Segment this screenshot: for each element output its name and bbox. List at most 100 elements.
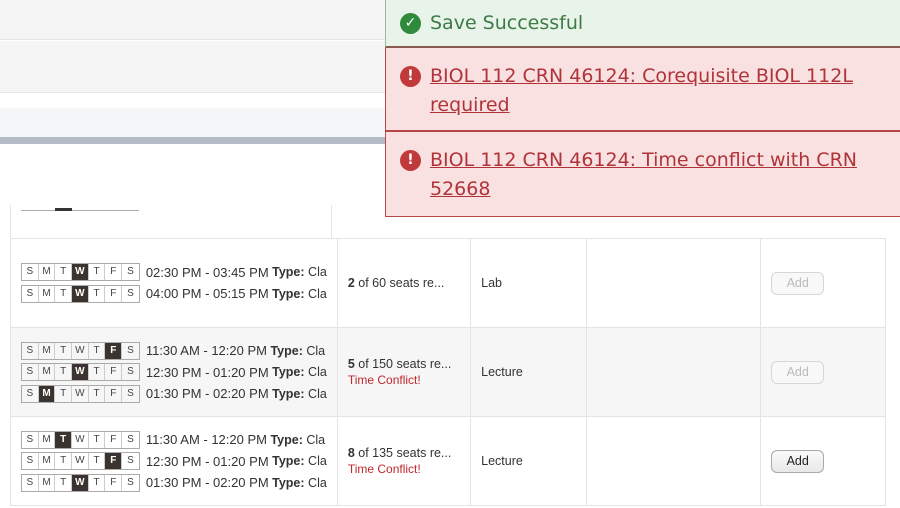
type-value: Cla (308, 386, 327, 401)
day-cell: W (72, 385, 89, 402)
day-cell: M (39, 453, 56, 469)
seats-text: of 135 seats re... (354, 446, 452, 460)
day-cell: F (105, 474, 123, 491)
exclamation-circle-icon: ! (400, 150, 421, 171)
meeting-time: S M T W T F S 01:30 PM - 02:20 PM Type: Cla (21, 383, 327, 405)
day-cell: M (38, 385, 56, 402)
empty-cell (585, 238, 762, 328)
day-cell: T (55, 364, 73, 380)
day-cell: S (127, 287, 134, 299)
day-cell: T (89, 364, 106, 380)
day-cell: T (89, 285, 106, 302)
day-cell: S (127, 366, 134, 377)
seats-text: of 60 seats re... (354, 276, 445, 290)
add-button[interactable]: Add (771, 271, 825, 295)
day-cell: S (127, 266, 134, 278)
seats-text: of 150 seats re... (354, 357, 452, 371)
type-value: Cla (308, 365, 327, 379)
success-text: Save Successful (430, 12, 584, 34)
notification-panel: ✓ Save Successful ! BIOL 112 CRN 46124: … (385, 0, 900, 217)
action-cell: Add (760, 416, 886, 506)
type-label: Type: (272, 286, 305, 301)
table-row: S M T W T F S 02:30 PM - 03:45 PM Type: Cla S M T W… (10, 238, 886, 328)
meeting-time: S M T W T F S 11:30 AM - 12:20 PM Type: Cla (21, 340, 327, 362)
day-cell: F (105, 364, 123, 380)
type-value: Cla (308, 454, 327, 468)
day-cell: S (127, 476, 134, 488)
error-message: ! BIOL 112 CRN 46124: Corequisite BIOL 1… (385, 48, 900, 132)
day-strip: SMTWTFS (21, 452, 140, 470)
day-cell: S (127, 433, 134, 445)
day-cell: T (55, 431, 73, 448)
exclamation-circle-icon: ! (400, 66, 421, 87)
day-cell: M (39, 264, 56, 281)
success-message: ✓ Save Successful (385, 0, 900, 48)
day-cell: T (55, 342, 73, 359)
day-strip: SMTWTFS (21, 384, 140, 403)
seats-count: 8 (347, 446, 355, 460)
day-cell: F (105, 264, 123, 281)
time-range: 01:30 PM - 02:20 PM (145, 475, 269, 490)
meeting-time: S M T W T F S 11:30 AM - 12:20 PM Type: Cla (21, 429, 327, 451)
day-cell: W (72, 285, 89, 302)
type-label: Type: (272, 265, 305, 280)
day-cell: T (89, 453, 106, 469)
add-button[interactable]: Add (771, 449, 825, 473)
schedule-type: Lecture (470, 327, 587, 417)
error-link[interactable]: BIOL 112 CRN 46124: Time conflict with C… (430, 146, 886, 216)
meeting-time: S M T W T F S 12:30 PM - 01:20 PM Type: Cla (21, 450, 327, 472)
day-cell: F (105, 431, 123, 448)
day-cell: S (127, 455, 134, 466)
day-cell: T (89, 264, 106, 281)
day-cell: W (72, 474, 89, 491)
day-cell: M (39, 342, 56, 359)
seats-count: 5 (347, 357, 355, 371)
time-conflict: Time Conflict! (347, 462, 421, 476)
sections-table: S M T W T F S 02:30 PM - 03:45 PM Type: Cla S M T W… (10, 238, 886, 506)
meeting-time: S M T W T F S 12:30 PM - 01:20 PM Type: Cla (21, 361, 327, 383)
schedule-type: Lab (470, 238, 587, 328)
day-cell: S (22, 364, 39, 380)
type-value: Cla (308, 475, 327, 490)
add-button[interactable]: Add (771, 360, 825, 384)
table-row: S M T W T F S 11:30 AM - 12:20 PM Type: Cla S M T W… (10, 416, 886, 506)
day-cell: T (89, 342, 106, 359)
type-label: Type: (272, 365, 305, 379)
day-strip: SMTWTFS (21, 473, 140, 492)
check-circle-icon: ✓ (400, 12, 421, 34)
day-cell: M (39, 364, 56, 380)
day-cell: W (72, 431, 89, 448)
day-cell: S (127, 387, 134, 399)
day-cell: W (72, 453, 89, 469)
day-cell: T (89, 385, 106, 402)
day-cell: F (105, 342, 123, 359)
time-range: 12:30 PM - 01:20 PM (145, 453, 269, 469)
day-cell: F (105, 385, 123, 402)
status-cell: 5 of 150 seats re... Time Conflict! (336, 327, 472, 417)
day-cell: W (72, 264, 89, 281)
type-value: Cla (306, 343, 326, 358)
empty-cell (585, 327, 762, 417)
meeting-cell: S M T W T F S 11:30 AM - 12:20 PM Type: Cla S M T W… (10, 327, 338, 417)
day-cell: T (55, 385, 73, 402)
meeting-cell: S M T W T F S 02:30 PM - 03:45 PM Type: Cla S M T W… (10, 238, 338, 328)
time-range: 12:30 PM - 01:20 PM (145, 364, 269, 380)
seats-count: 2 (347, 276, 355, 290)
action-cell: Add (760, 327, 886, 417)
day-cell: T (55, 474, 73, 491)
day-cell: M (39, 474, 56, 491)
day-strip: SMTWTFS (21, 284, 140, 303)
empty-cell (585, 416, 762, 506)
meeting-time: S M T W T F S 02:30 PM - 03:45 PM Type: Cla (21, 262, 327, 284)
day-cell: F (105, 453, 123, 469)
action-cell: Add (760, 238, 886, 328)
day-cell: T (89, 474, 106, 491)
day-cell: S (22, 385, 39, 402)
day-cell: S (22, 453, 39, 469)
type-label: Type: (270, 343, 303, 358)
meeting-cell: S M T W T F S 11:30 AM - 12:20 PM Type: Cla S M T W… (10, 416, 338, 506)
time-range: 02:30 PM - 03:45 PM (145, 264, 269, 280)
day-cell: M (39, 431, 56, 448)
day-cell: T (89, 431, 106, 448)
error-link[interactable]: BIOL 112 CRN 46124: Corequisite BIOL 112… (430, 62, 886, 130)
